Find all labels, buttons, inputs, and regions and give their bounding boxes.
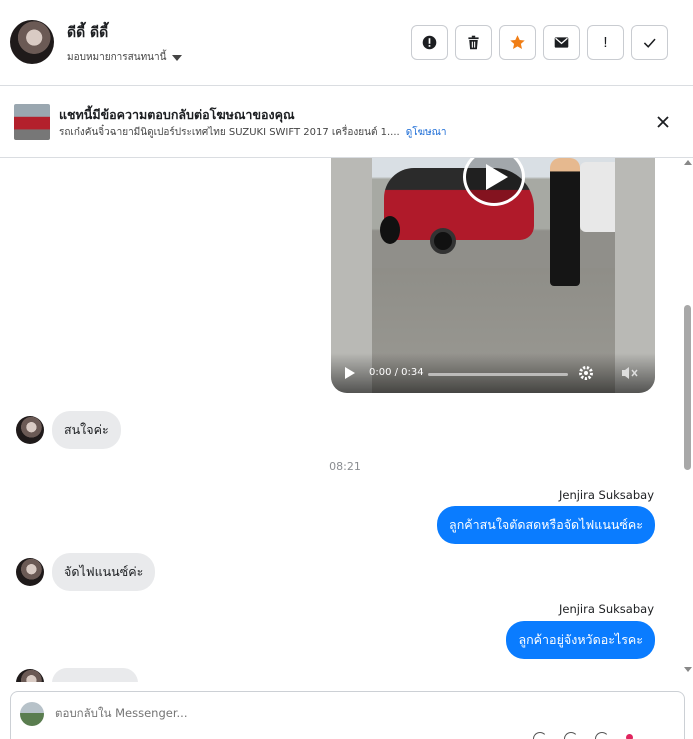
message-bubble[interactable]: จัดไฟแนนซ์ค่ะ <box>52 553 156 591</box>
message-bubble-partial[interactable] <box>52 668 138 682</box>
outgoing-message-bubble[interactable]: ลูกค้าอยู่จังหวัดอะไรคะ <box>506 621 655 659</box>
video-play-button[interactable] <box>345 367 355 379</box>
ad-banner-title: แชทนี้มีข้อความตอบกลับต่อโฆษณาของคุณ <box>59 107 295 122</box>
contact-avatar-small[interactable] <box>16 416 44 444</box>
video-progress-bar[interactable] <box>428 373 568 376</box>
message-bubble[interactable]: สนใจค่ะ <box>52 411 121 449</box>
assign-label: มอบหมายการสนทนานี้ <box>67 52 167 63</box>
message-timestamp: 08:21 <box>329 460 361 473</box>
incoming-message: สนใจค่ะ <box>16 411 121 449</box>
video-time: 0:00 / 0:34 <box>369 367 424 378</box>
mute-icon[interactable] <box>620 365 640 381</box>
play-icon <box>485 164 508 190</box>
outgoing-message-bubble[interactable]: ลูกค้าสนใจตัดสดหรือจัดไฟแนนซ์คะ <box>437 506 655 544</box>
page-avatar <box>20 702 44 726</box>
conversation-header: ดีดี้ ดีดี้ มอบหมายการสนทนานี้ ! <box>0 0 693 86</box>
trash-icon <box>468 35 479 50</box>
mark-unread-button[interactable] <box>543 25 580 60</box>
composer-tools <box>533 732 633 739</box>
video-controls: 0:00 / 0:34 <box>331 353 655 393</box>
ad-banner-subtitle: รถเก๋งคันจิ๋วฉายามีนิดูเปอร์ประเทศไทย SU… <box>59 125 446 140</box>
follow-up-button[interactable]: ! <box>587 25 624 60</box>
star-icon <box>510 35 525 49</box>
ad-thumbnail[interactable] <box>14 104 50 140</box>
mark-spam-button[interactable] <box>411 25 448 60</box>
sender-name: Jenjira Suksabay <box>558 488 654 502</box>
contact-avatar-small[interactable] <box>16 669 44 682</box>
view-ad-link[interactable]: ดูโฆษณา <box>406 127 447 138</box>
close-icon <box>657 116 669 128</box>
ad-reply-banner: แชทนี้มีข้อความตอบกลับต่อโฆษณาของคุณ รถเ… <box>0 86 693 158</box>
ad-description: รถเก๋งคันจิ๋วฉายามีนิดูเปอร์ประเทศไทย SU… <box>59 127 400 138</box>
notification-dot-icon <box>626 734 633 739</box>
star-button[interactable] <box>499 25 536 60</box>
emoji-icon[interactable] <box>595 732 609 739</box>
caret-down-icon <box>172 54 183 61</box>
message-composer <box>10 691 685 739</box>
contact-avatar-small[interactable] <box>16 558 44 586</box>
check-icon <box>643 38 656 48</box>
incoming-message: จัดไฟแนนซ์ค่ะ <box>16 553 156 591</box>
incoming-message-partial <box>16 668 138 682</box>
contact-name[interactable]: ดีดี้ ดีดี้ <box>67 22 108 44</box>
scroll-up-arrow-icon[interactable] <box>684 160 692 165</box>
person-image <box>550 158 580 286</box>
scroll-down-arrow-icon[interactable] <box>684 667 692 672</box>
video-message[interactable]: 0:00 / 0:34 <box>331 158 655 393</box>
image-icon[interactable] <box>564 732 578 739</box>
envelope-icon <box>554 37 569 48</box>
delete-button[interactable] <box>455 25 492 60</box>
settings-gear-icon[interactable] <box>578 365 594 381</box>
follow-up-label: ! <box>603 34 608 51</box>
conversation-toolbar: ! <box>411 25 668 60</box>
exclamation-circle-icon <box>422 35 437 50</box>
close-banner-button[interactable] <box>653 112 673 132</box>
contact-avatar[interactable] <box>10 20 54 64</box>
message-thread: 0:00 / 0:34 สนใจค่ะ 08:21 Jenjira Suksab… <box>0 158 681 682</box>
scrollbar-thumb[interactable] <box>684 305 691 470</box>
mark-done-button[interactable] <box>631 25 668 60</box>
attachment-icon[interactable] <box>533 732 547 739</box>
reply-input[interactable] <box>55 706 455 720</box>
assign-conversation-dropdown[interactable]: มอบหมายการสนทนานี้ <box>67 50 183 65</box>
sender-name: Jenjira Suksabay <box>558 602 654 616</box>
